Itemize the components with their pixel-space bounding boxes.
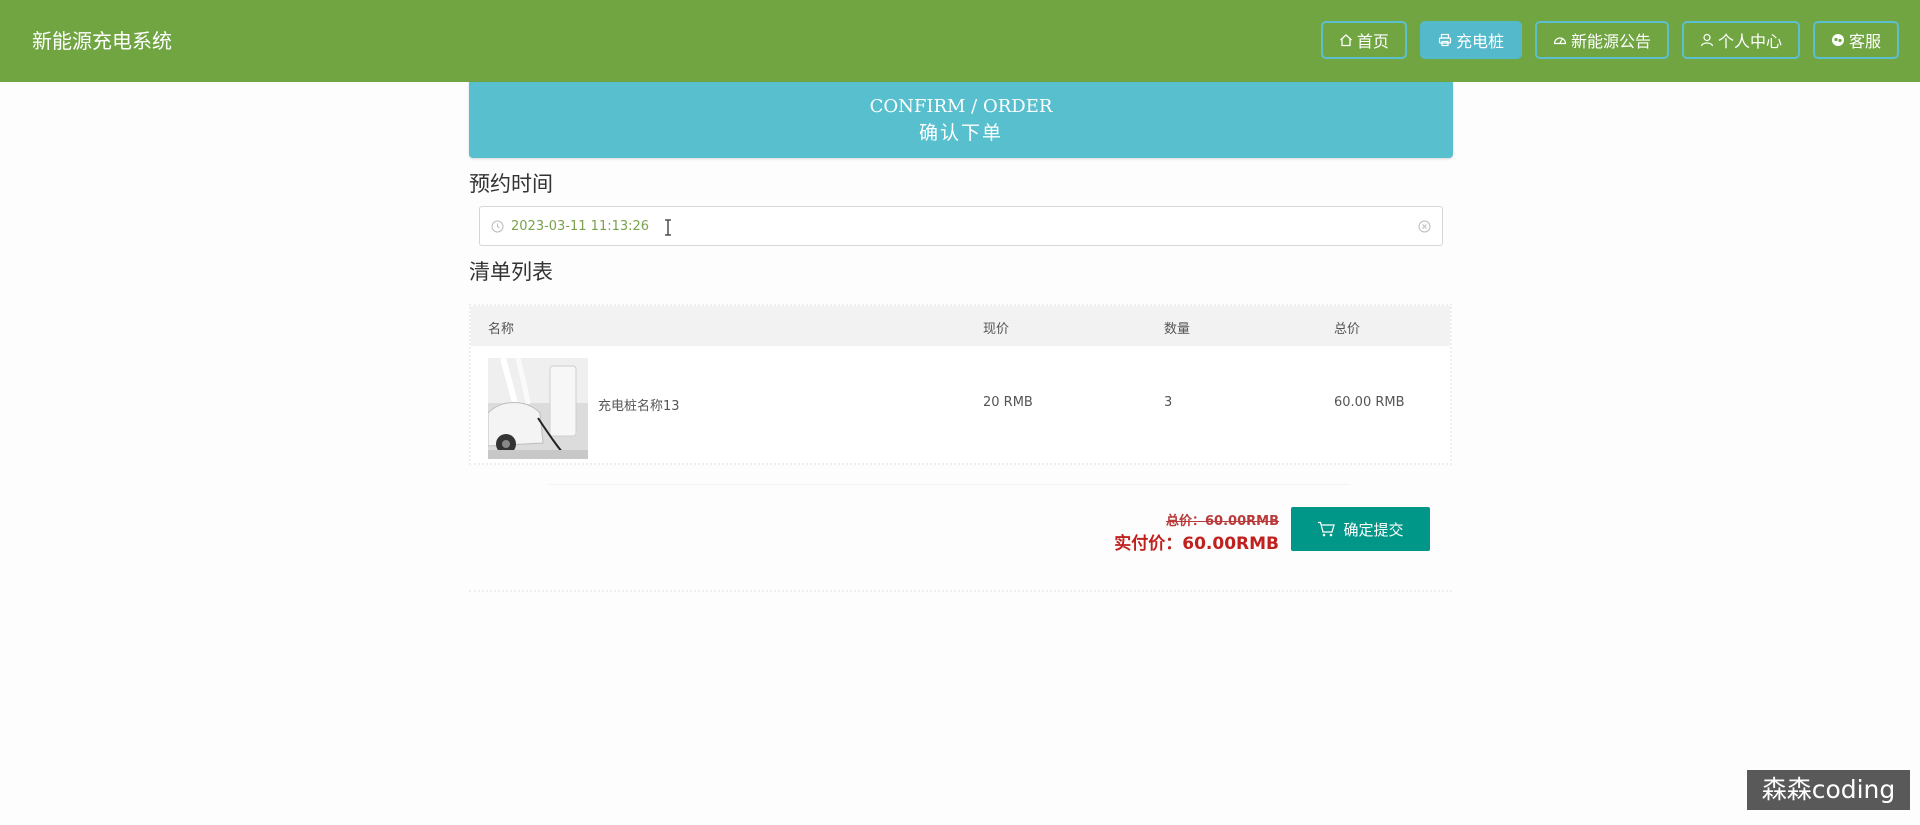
booking-datetime-value: 2023-03-11 11:13:26 [511, 218, 650, 234]
order-table: 名称 现价 数量 总价 充电桩名称13 20 RMB 3 60.00 RMB [469, 304, 1452, 465]
actual-pay-price: 实付价：60.00RMB [1114, 534, 1279, 554]
chat-icon [1831, 33, 1845, 47]
nav-personal-center-label: 个人中心 [1717, 32, 1782, 51]
brand-title[interactable]: 新能源充电系统 [32, 27, 172, 55]
product-quantity: 3 [1164, 395, 1173, 410]
nav-charging-pile-label: 充电桩 [1455, 32, 1504, 51]
table-row: 充电桩名称13 20 RMB 3 60.00 RMB [471, 346, 1450, 459]
user-icon [1700, 33, 1714, 47]
dashboard-icon [1553, 33, 1567, 47]
home-icon [1339, 33, 1353, 47]
order-list-label: 清单列表 [469, 260, 553, 284]
table-header: 名称 现价 数量 总价 [471, 306, 1450, 346]
column-total: 总价 [1334, 322, 1361, 337]
original-total-price: 总价：60.00RMB [1166, 514, 1279, 529]
order-summary: 总价：60.00RMB 实付价：60.00RMB 确定提交 [469, 484, 1452, 592]
cart-icon [1317, 521, 1336, 537]
nav-personal-center-button[interactable]: 个人中心 [1681, 21, 1800, 59]
confirm-order-banner: CONFIRM / ORDER 确认下单 [469, 82, 1453, 158]
nav-home-button[interactable]: 首页 [1320, 21, 1407, 59]
nav-customer-service-label: 客服 [1848, 32, 1881, 51]
nav-charging-pile-button[interactable]: 充电桩 [1419, 21, 1522, 59]
product-total: 60.00 RMB [1334, 395, 1405, 410]
text-cursor-icon [663, 219, 673, 236]
nav-home-label: 首页 [1356, 32, 1389, 51]
column-quantity: 数量 [1164, 322, 1191, 337]
top-navbar: 新能源充电系统 首页 充电桩 新能源公告 个人中心 客服 [0, 0, 1920, 82]
nav-announcement-label: 新能源公告 [1570, 32, 1651, 51]
printer-icon [1438, 33, 1452, 47]
confirm-submit-button[interactable]: 确定提交 [1291, 507, 1430, 551]
nav-announcement-button[interactable]: 新能源公告 [1534, 21, 1669, 59]
product-price: 20 RMB [983, 395, 1033, 410]
product-thumbnail[interactable] [488, 358, 588, 459]
watermark: 森森coding [1747, 770, 1910, 810]
nav-customer-service-button[interactable]: 客服 [1812, 21, 1899, 59]
product-name[interactable]: 充电桩名称13 [598, 395, 680, 414]
booking-datetime-input[interactable]: 2023-03-11 11:13:26 [479, 206, 1443, 246]
banner-title-en: CONFIRM / ORDER [869, 96, 1053, 117]
confirm-submit-label: 确定提交 [1343, 520, 1404, 539]
column-name: 名称 [488, 322, 515, 337]
main-nav: 首页 充电桩 新能源公告 个人中心 客服 [1320, 21, 1899, 59]
clock-icon [491, 220, 504, 233]
booking-time-label: 预约时间 [469, 172, 553, 196]
banner-title-cn: 确认下单 [918, 122, 1003, 144]
clear-icon[interactable] [1418, 220, 1431, 233]
column-price: 现价 [983, 322, 1010, 337]
